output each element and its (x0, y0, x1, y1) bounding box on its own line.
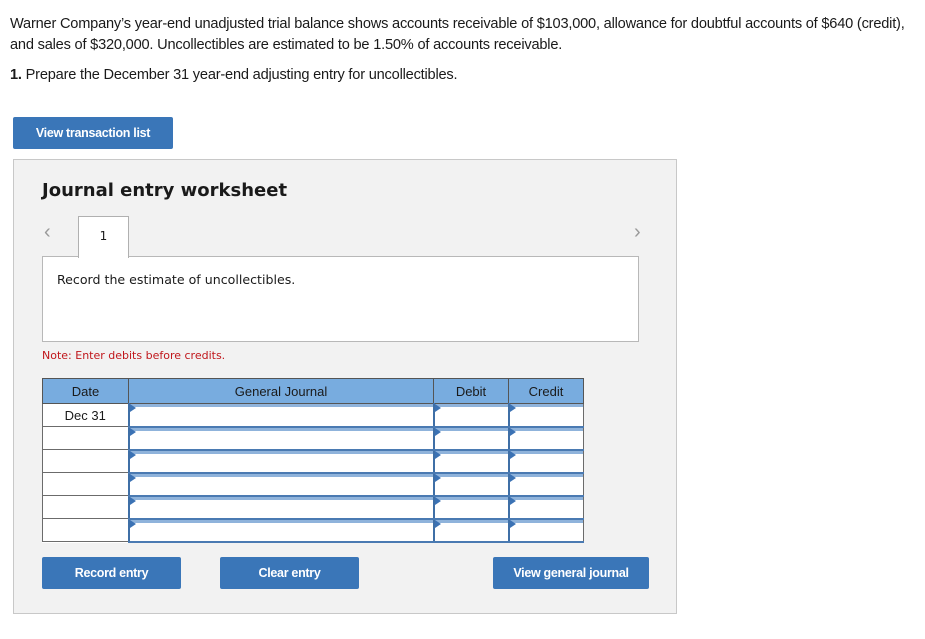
account-input[interactable] (129, 496, 433, 518)
debit-input-cell (432, 449, 509, 474)
dropdown-marker-icon (509, 519, 516, 528)
dropdown-marker-icon (509, 496, 516, 505)
date-cell (42, 518, 129, 542)
question-number: 1. (10, 67, 22, 83)
credit-input[interactable] (509, 496, 583, 518)
question-text: Prepare the December 31 year-end adjusti… (21, 67, 458, 83)
dropdown-marker-icon (509, 427, 516, 436)
credit-input[interactable] (509, 473, 583, 495)
journal-entry-worksheet: Journal entry worksheet ‹ › 1 Record the… (13, 159, 677, 614)
date-cell (42, 472, 129, 496)
dropdown-marker-icon (509, 404, 516, 412)
column-header-date: Date (42, 378, 129, 404)
chevron-right-icon[interactable]: › (634, 220, 648, 244)
date-cell (42, 426, 129, 450)
account-input-cell (127, 403, 434, 428)
dropdown-marker-icon (129, 496, 136, 505)
debit-input[interactable] (434, 473, 508, 495)
dropdown-marker-icon (509, 473, 516, 482)
column-header-credit: Credit (508, 378, 584, 404)
clear-entry-button[interactable]: Clear entry (220, 557, 359, 589)
dropdown-marker-icon (509, 450, 516, 459)
credit-input-cell (507, 518, 584, 543)
entry-tab-1[interactable]: 1 (78, 216, 129, 258)
date-cell (42, 449, 129, 473)
debit-input-cell (432, 518, 509, 543)
entry-description: Record the estimate of uncollectibles. (57, 272, 296, 287)
account-input-cell (127, 518, 434, 543)
dropdown-marker-icon (434, 473, 441, 482)
entry-note: Note: Enter debits before credits. (42, 349, 226, 362)
credit-input[interactable] (509, 450, 583, 472)
journal-header-row: Date General Journal Debit Credit (42, 378, 584, 404)
worksheet-title: Journal entry worksheet (42, 180, 288, 201)
credit-input-cell (507, 426, 584, 451)
account-input[interactable] (129, 404, 433, 426)
dropdown-marker-icon (129, 519, 136, 528)
debit-input[interactable] (434, 496, 508, 518)
dropdown-marker-icon (434, 519, 441, 528)
debit-input[interactable] (434, 519, 508, 541)
dropdown-marker-icon (434, 496, 441, 505)
account-input[interactable] (129, 519, 433, 541)
credit-input[interactable] (509, 427, 583, 449)
journal-row (42, 426, 584, 451)
journal-row: Dec 31 (42, 403, 584, 428)
dropdown-marker-icon (434, 404, 441, 412)
journal-row (42, 495, 584, 520)
view-general-journal-button[interactable]: View general journal (493, 557, 649, 589)
entry-description-box: Record the estimate of uncollectibles. (42, 256, 639, 342)
account-input-cell (127, 426, 434, 451)
journal-row (42, 518, 584, 543)
credit-input[interactable] (509, 519, 583, 541)
chevron-left-icon[interactable]: ‹ (44, 220, 58, 244)
account-input-cell (127, 449, 434, 474)
record-entry-button[interactable]: Record entry (42, 557, 181, 589)
journal-row (42, 449, 584, 474)
column-header-debit: Debit (433, 378, 509, 404)
problem-statement: Warner Company’s year-end unadjusted tri… (10, 16, 905, 53)
dropdown-marker-icon (434, 427, 441, 436)
dropdown-marker-icon (129, 450, 136, 459)
dropdown-marker-icon (434, 450, 441, 459)
view-transaction-list-button[interactable]: View transaction list (13, 117, 173, 149)
credit-input-cell (507, 472, 584, 497)
journal-row (42, 472, 584, 497)
debit-input-cell (432, 403, 509, 428)
debit-input-cell (432, 426, 509, 451)
account-input[interactable] (129, 427, 433, 449)
debit-input[interactable] (434, 450, 508, 472)
account-input-cell (127, 495, 434, 520)
date-cell (42, 495, 129, 519)
column-header-general-journal: General Journal (128, 378, 434, 404)
debit-input-cell (432, 495, 509, 520)
account-input[interactable] (129, 450, 433, 472)
credit-input-cell (507, 495, 584, 520)
credit-input-cell (507, 403, 584, 428)
account-input[interactable] (129, 473, 433, 495)
journal-table: Date General Journal Debit Credit Dec 31 (42, 378, 584, 543)
dropdown-marker-icon (129, 473, 136, 482)
credit-input[interactable] (509, 404, 583, 426)
account-input-cell (127, 472, 434, 497)
debit-input[interactable] (434, 404, 508, 426)
date-cell: Dec 31 (42, 403, 129, 427)
debit-input-cell (432, 472, 509, 497)
credit-input-cell (507, 449, 584, 474)
dropdown-marker-icon (129, 404, 136, 412)
question-prompt: 1. Prepare the December 31 year-end adju… (10, 67, 458, 83)
dropdown-marker-icon (129, 427, 136, 436)
debit-input[interactable] (434, 427, 508, 449)
